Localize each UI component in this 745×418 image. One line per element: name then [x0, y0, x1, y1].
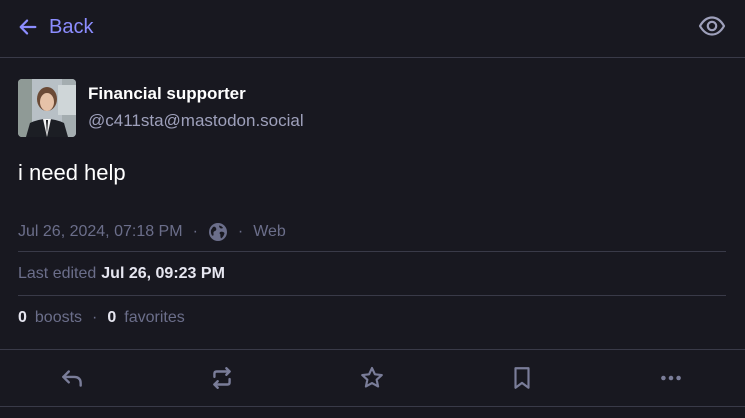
- edited-info[interactable]: Last edited Jul 26, 09:23 PM: [18, 252, 726, 296]
- back-button[interactable]: Back: [17, 14, 93, 40]
- favorites-label: favorites: [124, 309, 185, 326]
- meta-separator: ·: [192, 223, 198, 240]
- star-icon: [361, 366, 383, 388]
- bookmark-button[interactable]: [508, 364, 536, 392]
- favorite-button[interactable]: [358, 364, 386, 392]
- status-account[interactable]: Financial supporter @c411sta@mastodon.so…: [18, 79, 304, 137]
- boosts-count-link[interactable]: 0 boosts: [18, 309, 82, 327]
- avatar-image: [18, 79, 76, 137]
- arrow-left-icon: [19, 19, 37, 35]
- counts-separator: ·: [92, 309, 98, 326]
- boosts-count: 0: [18, 309, 27, 326]
- avatar[interactable]: [18, 79, 76, 137]
- boost-icon: [213, 367, 231, 389]
- edited-timestamp: Jul 26, 09:23 PM: [101, 264, 225, 282]
- edited-label: Last edited: [18, 264, 97, 282]
- status-detail-page: Back Financial supporter @c411sta@mastod…: [0, 0, 745, 418]
- favorites-count-link[interactable]: 0 favorites: [107, 309, 184, 327]
- more-icon: [661, 375, 681, 381]
- reply-button[interactable]: [58, 364, 86, 392]
- boosts-label: boosts: [34, 309, 83, 326]
- display-name: Financial supporter: [88, 84, 246, 103]
- boost-button[interactable]: [208, 364, 236, 392]
- column-header: Back: [0, 0, 745, 58]
- status-content: i need help: [18, 160, 126, 185]
- bookmark-icon: [514, 367, 530, 389]
- favorites-count: 0: [107, 309, 117, 326]
- meta-separator: ·: [237, 223, 244, 240]
- account-handle: @c411sta@mastodon.social: [88, 111, 304, 130]
- back-label: Back: [49, 15, 94, 38]
- visibility-toggle-button[interactable]: [697, 13, 727, 39]
- status-counts: 0 boosts · 0 favorites: [18, 296, 726, 340]
- eye-icon: [698, 16, 726, 36]
- status-timestamp-link[interactable]: Jul 26, 2024, 07:18 PM: [18, 223, 183, 241]
- reply-icon: [62, 370, 82, 387]
- globe-icon: [208, 222, 228, 242]
- more-button[interactable]: [657, 364, 685, 392]
- application-name: Web: [253, 223, 286, 240]
- account-names: Financial supporter @c411sta@mastodon.so…: [88, 83, 304, 132]
- status-meta: Jul 26, 2024, 07:18 PM · · Web: [18, 219, 726, 252]
- action-bar: [0, 349, 745, 407]
